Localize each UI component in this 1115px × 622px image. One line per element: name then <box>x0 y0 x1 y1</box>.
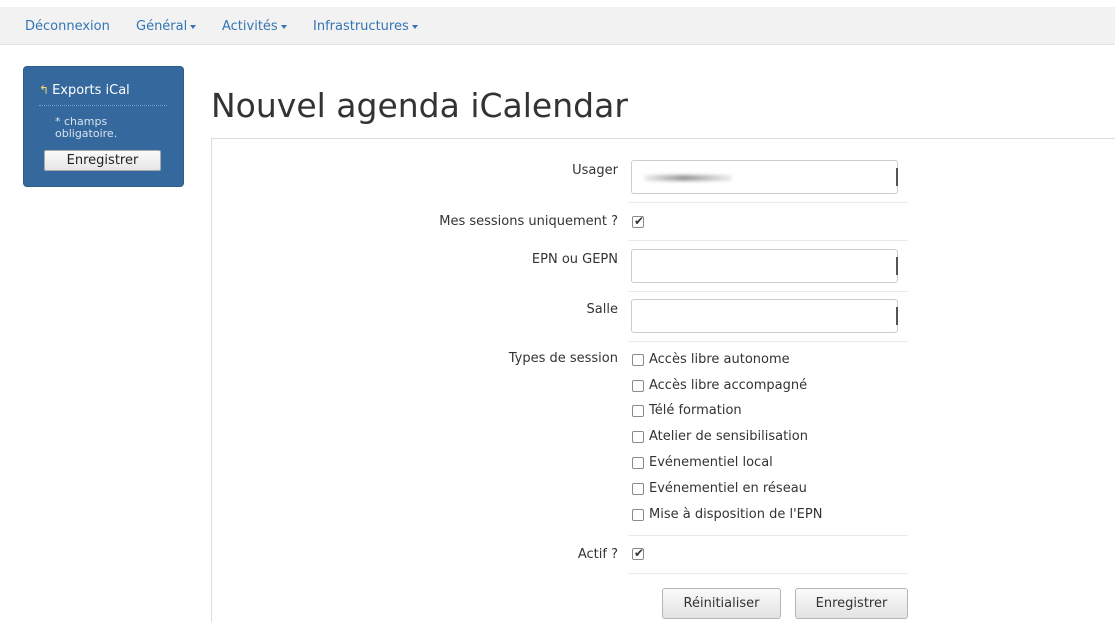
type-option-label: Télé formation <box>649 403 742 418</box>
type-checkbox[interactable] <box>632 431 644 443</box>
submit-button[interactable]: Enregistrer <box>795 588 908 619</box>
caret-down-icon <box>411 24 418 29</box>
back-arrow-icon: ↰ <box>39 83 50 97</box>
row-divider <box>628 202 908 203</box>
type-option-label: Accès libre autonome <box>649 352 790 367</box>
nav-activites[interactable]: Activités <box>222 19 287 34</box>
nav-logout[interactable]: Déconnexion <box>25 19 110 34</box>
sidebar-save-button[interactable]: Enregistrer <box>44 150 161 171</box>
select-handle-icon <box>896 168 898 186</box>
row-divider <box>628 573 908 574</box>
sidebar-title[interactable]: ↰ Exports iCal <box>39 83 130 98</box>
sidebar-title-text: Exports iCal <box>52 83 130 98</box>
sidebar-panel: ↰ Exports iCal * champs obligatoire. Enre… <box>23 66 184 187</box>
top-navbar: Déconnexion Général Activités Infrastruc… <box>0 7 1115 45</box>
usager-select[interactable] <box>631 160 898 194</box>
type-checkbox[interactable] <box>632 405 644 417</box>
type-checkbox[interactable] <box>632 380 644 392</box>
checkmark-icon: ✔ <box>634 214 645 228</box>
type-option-label: Evénementiel local <box>649 455 773 470</box>
type-checkbox[interactable] <box>632 354 644 366</box>
usager-label: Usager <box>572 163 618 178</box>
nav-logout-label: Déconnexion <box>25 19 110 34</box>
salle-select[interactable] <box>631 299 898 333</box>
actif-label: Actif ? <box>577 547 618 562</box>
types-label: Types de session <box>508 351 618 366</box>
salle-label: Salle <box>586 302 618 317</box>
sidebar-divider <box>39 105 167 106</box>
mes-sessions-label: Mes sessions uniquement ? <box>439 214 618 229</box>
type-checkbox[interactable] <box>632 457 644 469</box>
caret-down-icon <box>280 24 287 29</box>
row-divider <box>628 240 908 241</box>
actif-checkbox[interactable]: ✔ <box>632 546 645 560</box>
nav-infrastructures-label: Infrastructures <box>313 19 409 34</box>
checkmark-icon: ✔ <box>634 546 645 560</box>
page-title: Nouvel agenda iCalendar <box>211 86 628 125</box>
nav-infrastructures[interactable]: Infrastructures <box>313 19 418 34</box>
type-option-label: Mise à disposition de l'EPN <box>649 507 823 522</box>
usager-blurred-value <box>644 175 732 181</box>
type-option-label: Accès libre accompagné <box>649 378 808 393</box>
nav-activites-label: Activités <box>222 19 278 34</box>
type-option-label: Evénementiel en réseau <box>649 481 807 496</box>
epn-select[interactable] <box>631 249 898 283</box>
nav-general-label: Général <box>136 19 188 34</box>
caret-down-icon <box>190 24 197 29</box>
row-divider <box>628 291 908 292</box>
nav-general[interactable]: Général <box>136 19 197 34</box>
row-divider <box>628 341 908 342</box>
type-checkbox[interactable] <box>632 483 644 495</box>
epn-label: EPN ou GEPN <box>531 252 618 267</box>
reset-button[interactable]: Réinitialiser <box>662 588 781 619</box>
select-handle-icon <box>896 257 898 275</box>
select-handle-icon <box>896 307 898 325</box>
type-option-label: Atelier de sensibilisation <box>649 429 808 444</box>
type-checkbox[interactable] <box>632 509 644 521</box>
required-fields-note: * champs obligatoire. <box>55 115 118 140</box>
row-divider <box>628 535 908 536</box>
mes-sessions-checkbox[interactable]: ✔ <box>632 214 645 228</box>
